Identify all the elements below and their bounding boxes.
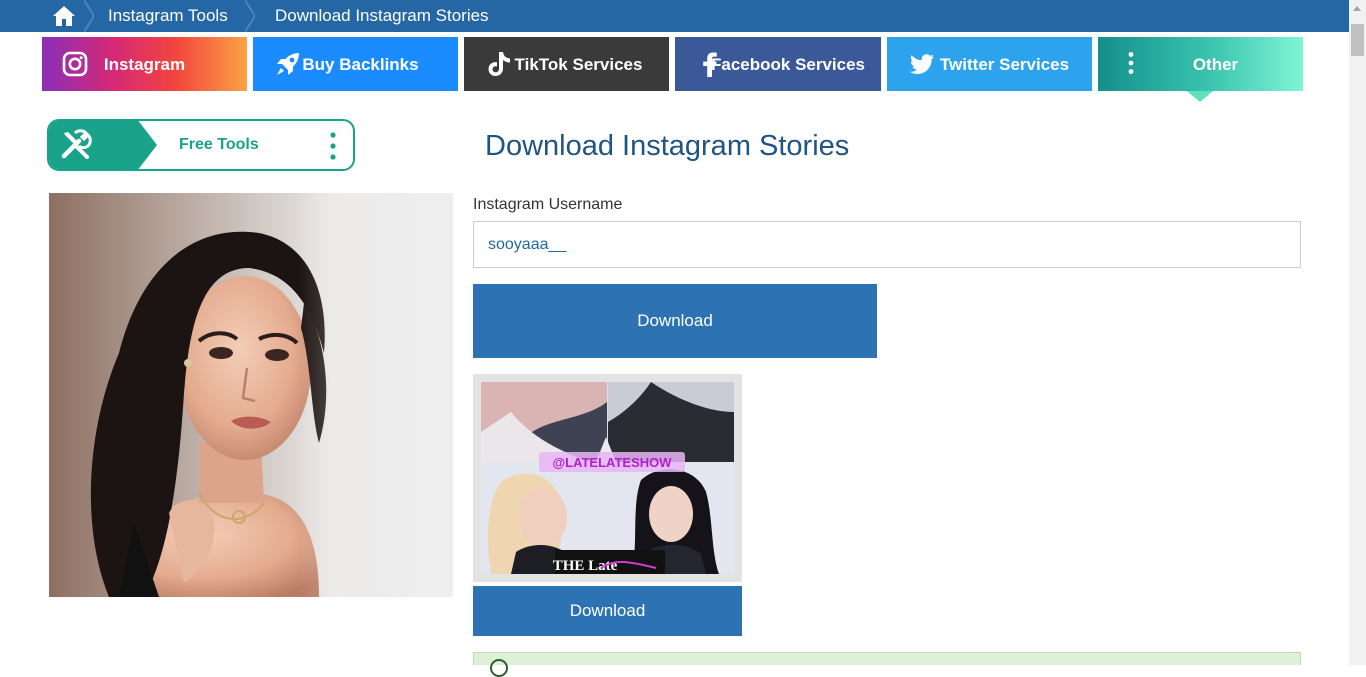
active-nav-pointer [1187, 91, 1213, 102]
story-thumbnail-image: @LATELATESHOW THE Late [481, 382, 734, 574]
free-tools-label: Free Tools [179, 136, 259, 153]
nav-facebook-services-label: Facebook Services [710, 54, 866, 74]
nav-other-button[interactable]: Other [1098, 37, 1303, 91]
free-tools-button[interactable]: Free Tools [47, 119, 355, 171]
breadcrumb-separator-icon [245, 0, 255, 32]
download-story-button[interactable]: Download [473, 586, 742, 636]
nav-instagram-label: Instagram [103, 54, 186, 74]
page-title: Download Instagram Stories [485, 130, 850, 162]
nav-buy-backlinks-label: Buy Backlinks [302, 54, 419, 74]
username-input[interactable] [473, 221, 1301, 268]
nav-facebook-services-button[interactable]: Facebook Services [675, 37, 881, 91]
breadcrumb: Instagram Tools Download Instagram Stori… [0, 0, 1349, 32]
success-alert [473, 652, 1301, 677]
page-scrollbar[interactable] [1349, 0, 1366, 665]
free-tools-tab [49, 121, 157, 169]
story-overlay-caption: THE Late [553, 558, 618, 574]
scrollbar-thumb[interactable] [1351, 24, 1364, 56]
breadcrumb-item-instagram-tools[interactable]: Instagram Tools [108, 6, 228, 26]
check-circle-icon [490, 659, 508, 677]
breadcrumb-separator-icon [84, 0, 94, 32]
nav-twitter-services-label: Twitter Services [939, 54, 1070, 74]
download-button[interactable]: Download [473, 284, 877, 358]
nav-twitter-services-button[interactable]: Twitter Services [887, 37, 1092, 91]
story-overlay-tag: @LATELATESHOW [552, 455, 672, 470]
nav-tiktok-services-label: TikTok Services [514, 54, 643, 74]
scroll-up-arrow-icon[interactable] [1353, 6, 1361, 11]
hero-portrait-image [49, 193, 453, 597]
username-label: Instagram Username [473, 196, 623, 213]
nav-tiktok-services-button[interactable]: TikTok Services [464, 37, 669, 91]
nav-instagram-button[interactable]: Instagram [42, 37, 247, 91]
free-tools-menu-dots-icon[interactable] [330, 132, 336, 160]
breadcrumb-item-current: Download Instagram Stories [275, 6, 489, 25]
home-icon[interactable] [52, 5, 76, 27]
nav-other-label: Other [1192, 54, 1239, 74]
nav-buy-backlinks-button[interactable]: Buy Backlinks [253, 37, 458, 91]
story-thumbnail[interactable]: @LATELATESHOW THE Late [481, 382, 734, 574]
